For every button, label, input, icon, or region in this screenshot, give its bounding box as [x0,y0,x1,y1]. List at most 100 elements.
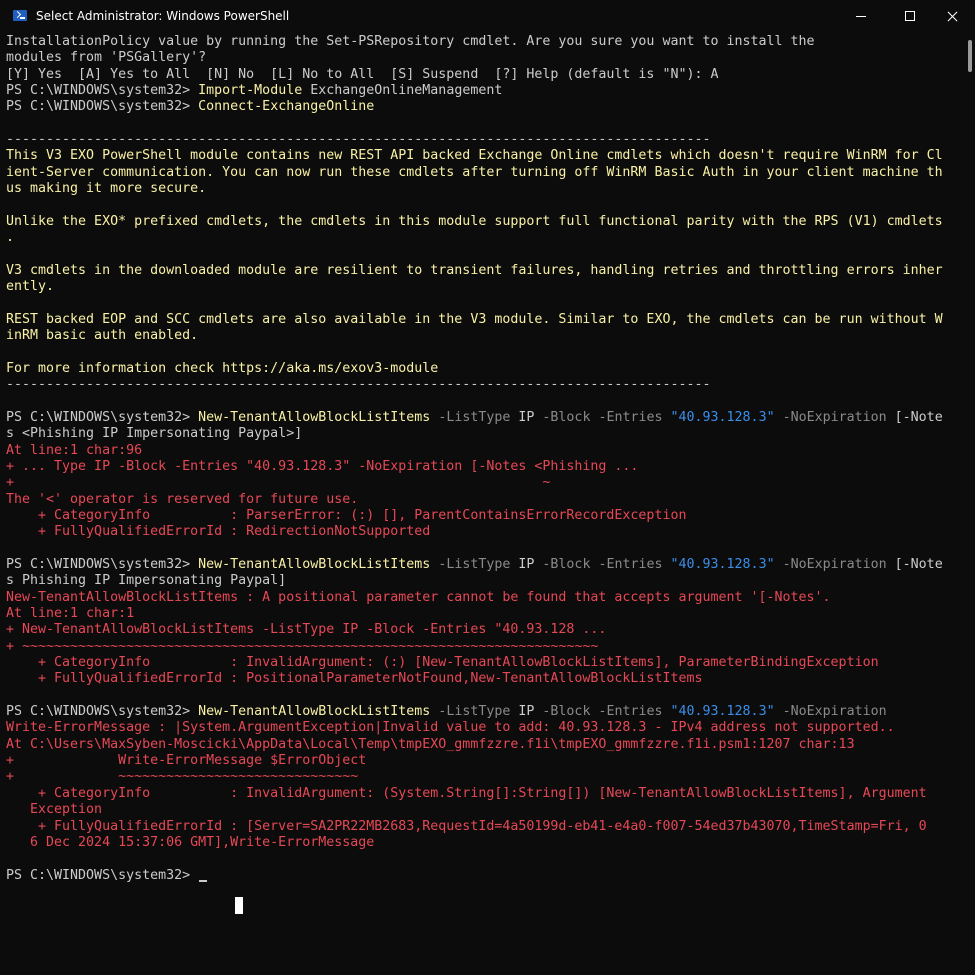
console-text: + CategoryInfo : ParserError: (:) [], Pa… [6,507,687,523]
console-line: s <Phishing IP Impersonating Paypal>] [6,426,964,442]
console-text: At line:1 char:1 [6,606,135,622]
console-text: PS C:\WINDOWS\system32> [6,99,199,115]
console-line: PS C:\WINDOWS\system32> New-TenantAllowB… [6,557,964,573]
console-line: + CategoryInfo : InvalidArgument: (:) [N… [6,655,964,671]
console-text: us making it more secure. [6,181,207,197]
console-text: Import-Module [198,83,303,99]
console-text: -ListType [430,557,511,572]
console-line: InstallationPolicy value by running the … [6,34,964,50]
console-line: PS C:\WINDOWS\system32> Connect-Exchange… [6,99,964,115]
console-line: At line:1 char:1 [6,606,964,622]
console-text: + ... Type IP -Block -Entries "40.93.128… [6,458,639,474]
console-text: Unlike the EXO* prefixed cmdlets, the cm… [6,213,943,229]
console-text: + Write-ErrorMessage $ErrorObject [6,753,367,769]
title-bar[interactable]: Select Administrator: Windows PowerShell [0,0,975,33]
console-line: At C:\Users\MaxSyben-Moscicki\AppData\Lo… [6,737,964,753]
console-line: . [6,230,964,246]
console-line: ient-Server communication. You can now r… [6,165,964,181]
console-text: ----------------------------------------… [6,132,711,148]
console-text: At C:\Users\MaxSyben-Moscicki\AppData\Lo… [6,736,855,752]
console-line: + New-TenantAllowBlockListItems -ListTyp… [6,622,964,638]
console-line: Unlike the EXO* prefixed cmdlets, the cm… [6,214,964,230]
console-text: PS C:\WINDOWS\system32> [6,83,199,99]
console-line: + CategoryInfo : ParserError: (:) [], Pa… [6,508,964,524]
powershell-icon[interactable] [13,10,27,21]
console-text: + FullyQualifiedErrorId : [Server=SA2PR2… [6,818,927,834]
console-text: inRM basic auth enabled. [6,328,199,344]
console-line: ently. [6,279,964,295]
close-icon[interactable] [929,0,975,33]
console-line: [Y] Yes [A] Yes to All [N] No [L] No to … [6,67,964,83]
console-text: [-Note [886,557,943,572]
console-text: Connect-ExchangeOnline [198,99,375,115]
console-text: + FullyQualifiedErrorId : RedirectionNot… [6,524,431,540]
console-text: "40.93.128.3" [662,704,775,720]
console-line: + ... Type IP -Block -Entries "40.93.128… [6,459,964,475]
console-text: PS C:\WINDOWS\system32> [6,409,199,425]
console-text: [-Note [886,409,943,425]
console-text: -ListType [430,704,511,720]
console-text: REST backed EOP and SCC cmdlets are also… [6,311,943,327]
console-text: IP [510,409,535,425]
console-line: modules from 'PSGallery'? [6,50,964,66]
console-output[interactable]: InstallationPolicy value by running the … [6,34,964,975]
console-text: For more information check https://aka.m… [6,360,439,376]
console-line: New-TenantAllowBlockListItems : A positi… [6,590,964,606]
console-text: -NoExpiration [774,704,887,720]
scrollbar-thumb[interactable] [968,40,972,72]
mouse-text-cursor [235,897,243,914]
console-line: + ~~~~~~~~~~~~~~~~~~~~~~~~~~~~~~~~~~~~~~… [6,639,964,655]
minimize-icon[interactable] [838,0,884,33]
console-line: PS C:\WINDOWS\system32> Import-Module Ex… [6,83,964,99]
console-text: PS C:\WINDOWS\system32> [6,557,199,572]
console-text: -ListType [430,409,511,425]
console-line: Exception [6,802,964,818]
console-text: At line:1 char:96 [6,442,143,458]
console-text: s <Phishing IP Impersonating Paypal>] [6,426,303,442]
console-line: + FullyQualifiedErrorId : [Server=SA2PR2… [6,819,964,835]
console-line: + ~~~~~~~~~~~~~~~~~~~~~~~~~~~~~~ [6,769,964,785]
console-text: New-TenantAllowBlockListItems : A positi… [6,589,831,605]
console-line: inRM basic auth enabled. [6,328,964,344]
console-line: + FullyQualifiedErrorId : PositionalPara… [6,671,964,687]
console-text: + ~ [6,475,551,491]
console-text: "40.93.128.3" [662,557,775,572]
console-text: + FullyQualifiedErrorId : PositionalPara… [6,671,703,687]
console-line: Write-ErrorMessage : |System.ArgumentExc… [6,720,964,736]
console-text: ient-Server communication. You can now r… [6,164,943,180]
console-text: + CategoryInfo : InvalidArgument: (Syste… [6,785,927,801]
console-text: [Y] Yes [A] Yes to All [N] No [L] No to … [6,66,719,82]
console-line: REST backed EOP and SCC cmdlets are also… [6,312,964,328]
console-line: The '<' operator is reserved for future … [6,492,964,508]
text-cursor [199,879,208,882]
console-line: + FullyQualifiedErrorId : RedirectionNot… [6,524,964,540]
window-title: Select Administrator: Windows PowerShell [36,9,290,23]
console-text: New-TenantAllowBlockListItems [198,704,431,720]
console-text: IP [510,704,535,720]
console-text: IP [510,557,535,572]
vertical-scrollbar[interactable] [964,33,975,975]
console-line: + CategoryInfo : InvalidArgument: (Syste… [6,786,964,802]
console-line: us making it more secure. [6,181,964,197]
console-line: ----------------------------------------… [6,132,964,148]
console-text: V3 cmdlets in the downloaded module are … [6,262,943,278]
console-text: PS C:\WINDOWS\system32> [6,704,199,720]
console-text: PS C:\WINDOWS\system32> [6,867,199,883]
console-text: -Block -Entries [534,557,663,572]
console-line: PS C:\WINDOWS\system32> [6,868,964,884]
console-line: For more information check https://aka.m… [6,361,964,377]
maximize-icon[interactable] [886,0,932,33]
console-line: + Write-ErrorMessage $ErrorObject [6,753,964,769]
console-text: New-TenantAllowBlockListItems [198,409,431,425]
console-text: ently. [6,279,55,295]
console-line: + ~ [6,475,964,491]
console-text: + New-TenantAllowBlockListItems -ListTyp… [6,622,607,638]
console-text: s Phishing IP Impersonating Paypal] [6,573,287,589]
